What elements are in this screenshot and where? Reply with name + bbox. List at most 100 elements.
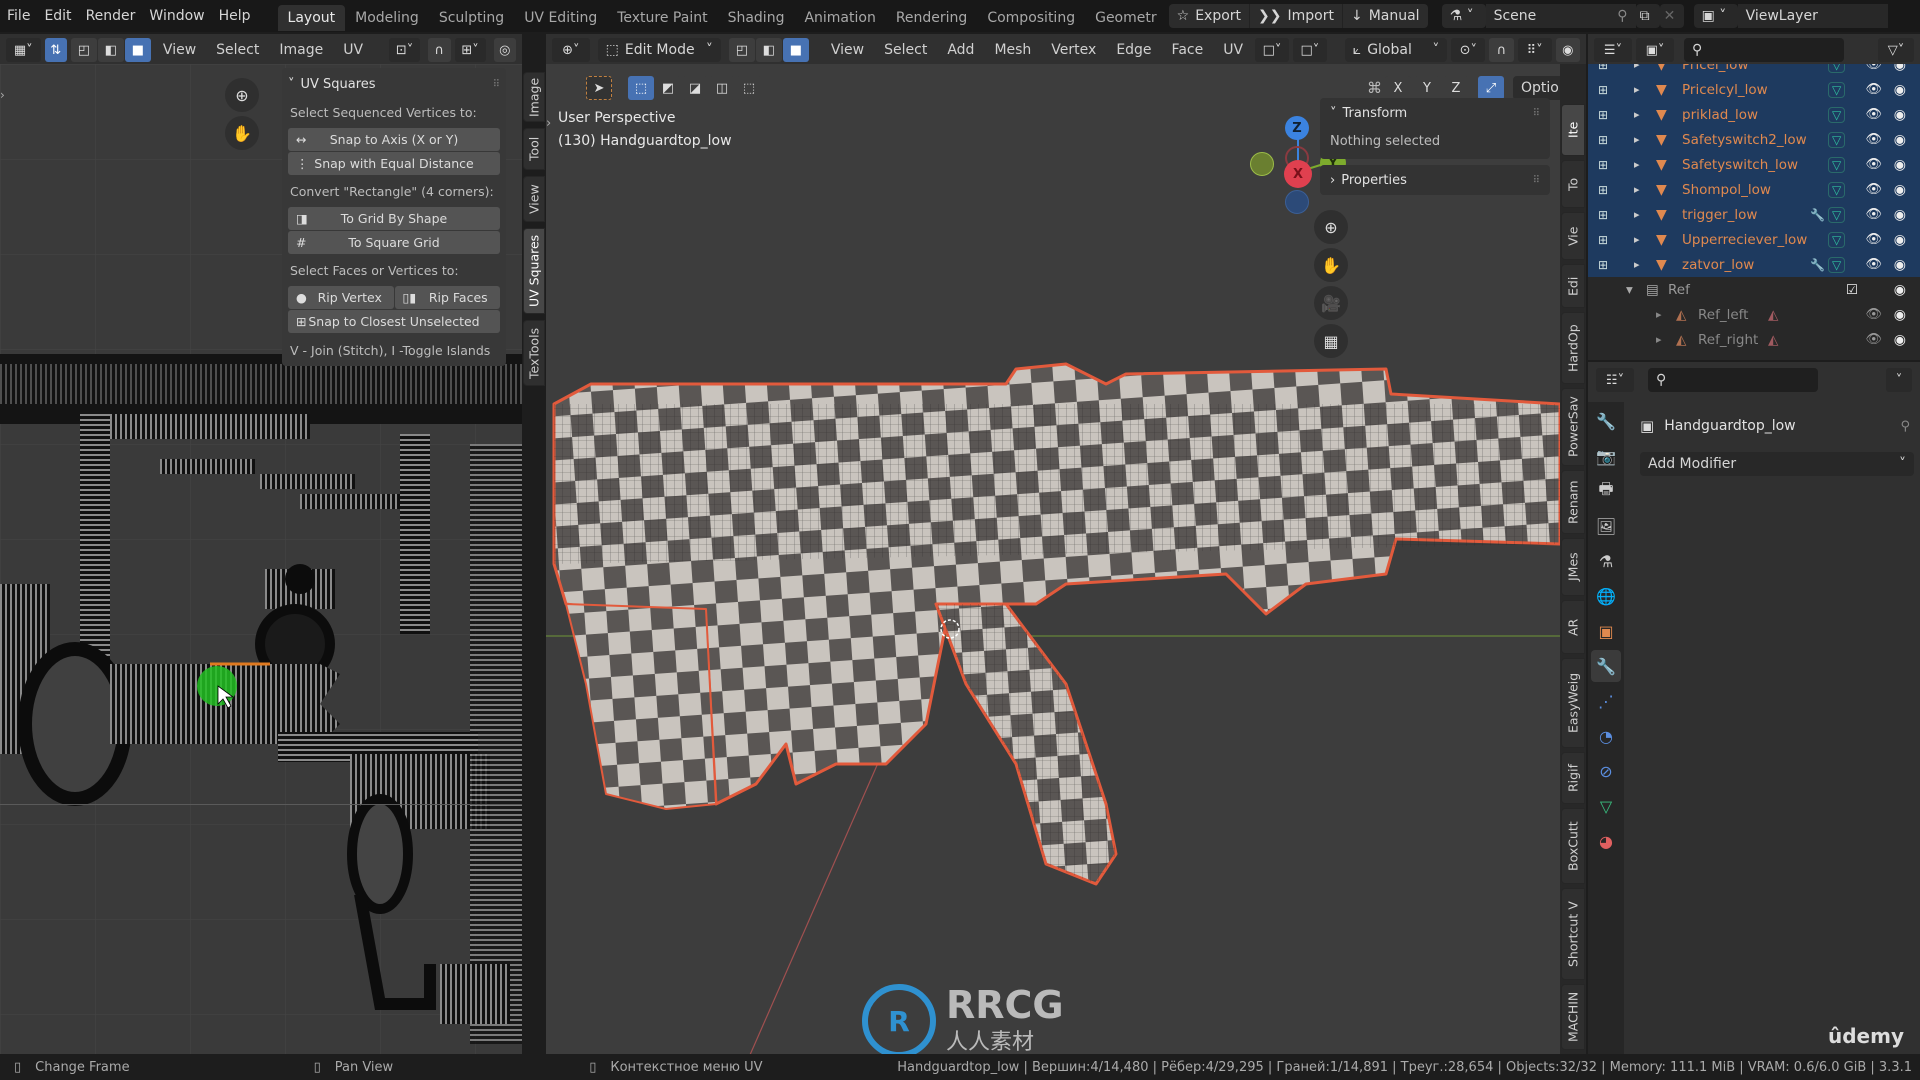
expand-toolbar-icon[interactable]: › bbox=[0, 88, 5, 102]
view-layer-selector[interactable]: ▣ ˅ bbox=[1693, 4, 1738, 28]
tab-shading[interactable]: Shading bbox=[718, 5, 795, 31]
camera-icon[interactable]: ◉ bbox=[1894, 207, 1906, 223]
camera-icon[interactable]: ◉ bbox=[1894, 182, 1906, 198]
outliner-row[interactable]: ⊞ ▸ ▼ Pricel_low ▽ 👁 ◉ bbox=[1588, 64, 1920, 77]
drag-handle-icon[interactable]: ⠿ bbox=[493, 79, 500, 90]
rip-vertex-button[interactable]: ● Rip Vertex bbox=[288, 286, 394, 309]
vertex-mode-button[interactable]: ◰ bbox=[728, 38, 755, 62]
outliner-row[interactable]: ⊞ ▸ ▼ Safetyswitch_low ▽ 👁 ◉ bbox=[1588, 152, 1920, 177]
eye-icon[interactable]: 👁 bbox=[1865, 332, 1882, 347]
outliner-editor-type[interactable]: ☰˅ bbox=[1594, 38, 1632, 62]
camera-icon[interactable]: ◉ bbox=[1894, 282, 1906, 298]
tool-tab-icon[interactable]: 🔧 bbox=[1591, 405, 1621, 437]
wrench-icon[interactable]: 🔧 bbox=[1810, 208, 1828, 222]
gizmo-neg-z[interactable] bbox=[1285, 190, 1309, 214]
vp-tab-view[interactable]: Vie bbox=[1561, 212, 1585, 260]
camera-icon[interactable]: ◉ bbox=[1894, 332, 1906, 348]
mesh-data-icon[interactable]: ▽ bbox=[1828, 81, 1846, 98]
mesh-data-icon[interactable]: ▽ bbox=[1828, 256, 1846, 273]
vp-menu-face[interactable]: Face bbox=[1164, 42, 1212, 58]
add-modifier-dropdown[interactable]: Add Modifier ˅ bbox=[1640, 452, 1914, 476]
camera-icon[interactable]: ◉ bbox=[1894, 64, 1906, 73]
3d-viewport[interactable]: ➤ ⬚ ◩ ◪ ◫ ⬚ › User Perspective (130) Han… bbox=[546, 64, 1560, 1054]
vp-menu-uv[interactable]: UV bbox=[1215, 42, 1251, 58]
material-tab-icon[interactable]: ◕ bbox=[1591, 825, 1621, 857]
world-tab-icon[interactable]: 🌐 bbox=[1591, 580, 1621, 612]
outliner-collection-row[interactable]: ▾ ▤ Ref ☑ ◉ bbox=[1588, 277, 1920, 302]
expand-arrow-icon[interactable]: ▸ bbox=[1656, 333, 1676, 346]
vp-menu-select[interactable]: Select bbox=[876, 42, 935, 58]
eye-icon[interactable]: 👁 bbox=[1865, 157, 1882, 172]
vp-tab-tool[interactable]: To bbox=[1561, 160, 1585, 208]
tab-animation[interactable]: Animation bbox=[794, 5, 885, 31]
snap-to-axis-button[interactable]: ↔ Snap to Axis (X or Y) bbox=[288, 128, 500, 151]
ortho-grid-icon[interactable]: ▦ bbox=[1314, 324, 1348, 358]
mirror-y-toggle[interactable]: Y bbox=[1414, 76, 1440, 100]
vp-tab-easyweight[interactable]: EasyWeig bbox=[1561, 658, 1585, 748]
wrench-icon[interactable]: 🔧 bbox=[1810, 258, 1828, 272]
delete-scene-button[interactable]: ✕ bbox=[1659, 4, 1684, 28]
tab-geometry[interactable]: Geometr bbox=[1085, 5, 1167, 31]
drag-handle-icon[interactable]: ⠿ bbox=[1533, 175, 1540, 186]
vp-tab-powersave[interactable]: PowerSav bbox=[1561, 388, 1585, 466]
vp-tab-machin3[interactable]: MACHIN bbox=[1561, 984, 1585, 1050]
expand-arrow-icon[interactable]: ▸ bbox=[1634, 208, 1656, 221]
expand-arrow-icon[interactable]: ▸ bbox=[1634, 133, 1656, 146]
tab-modeling[interactable]: Modeling bbox=[345, 5, 429, 31]
scene-name-field[interactable]: Scene ⚲ bbox=[1485, 4, 1636, 28]
expand-arrow-icon[interactable]: ▸ bbox=[1634, 83, 1656, 96]
eye-icon[interactable]: 👁 bbox=[1865, 132, 1882, 147]
vp-menu-view[interactable]: View bbox=[823, 42, 872, 58]
uv-sync-toggle[interactable]: ⇅ bbox=[44, 38, 67, 62]
pin-icon[interactable]: ⚲ bbox=[1617, 8, 1627, 24]
tab-layout[interactable]: Layout bbox=[277, 4, 346, 31]
new-scene-button[interactable]: ⧉ bbox=[1635, 4, 1660, 28]
proportional-edit-toggle[interactable]: ◎ bbox=[493, 38, 516, 62]
uv-tab-view[interactable]: View bbox=[523, 176, 545, 222]
expand-arrow-icon[interactable]: ▸ bbox=[1634, 183, 1656, 196]
eye-icon[interactable]: 👁 bbox=[1865, 64, 1882, 72]
mirror-z-toggle[interactable]: Z bbox=[1443, 76, 1469, 100]
mode-selector[interactable]: ⬚ Edit Mode ˅ bbox=[597, 38, 721, 62]
edge-mode-button[interactable]: ◧ bbox=[755, 38, 782, 62]
expand-arrow-icon[interactable]: ▸ bbox=[1634, 64, 1656, 71]
gizmo-x[interactable]: X bbox=[1284, 160, 1312, 188]
render-tab-icon[interactable]: 📷 bbox=[1591, 440, 1621, 472]
particles-tab-icon[interactable]: ⋰ bbox=[1591, 685, 1621, 717]
outliner-row[interactable]: ⊞ ▸ ▼ zatvor_low 🔧 ▽ 👁 ◉ bbox=[1588, 252, 1920, 277]
outliner-row[interactable]: ▸ ◭ Ref_right ◭ 👁 ◉ bbox=[1588, 327, 1920, 352]
scene-selector[interactable]: ⚗ ˅ bbox=[1441, 4, 1486, 28]
outliner-search-input[interactable]: ⚲ bbox=[1684, 38, 1844, 62]
mirror-x-toggle[interactable]: X bbox=[1385, 76, 1411, 100]
vertex-select-button[interactable]: ◰ bbox=[70, 38, 97, 62]
eye-icon[interactable]: 👁 bbox=[1865, 82, 1882, 97]
tab-uv-editing[interactable]: UV Editing bbox=[514, 5, 607, 31]
constraints-tab-icon[interactable]: ⊘ bbox=[1591, 755, 1621, 787]
data-tab-icon[interactable]: ▽ bbox=[1591, 790, 1621, 822]
select-new-button[interactable]: ⬚ bbox=[628, 76, 654, 100]
tab-sculpting[interactable]: Sculpting bbox=[429, 5, 514, 31]
uv-tab-uv-squares[interactable]: UV Squares bbox=[523, 228, 545, 314]
vp-tab-rename[interactable]: Renam bbox=[1561, 470, 1585, 534]
vp-menu-vertex[interactable]: Vertex bbox=[1043, 42, 1104, 58]
mesh-data-icon[interactable]: ▽ bbox=[1828, 231, 1846, 248]
mesh-data-icon[interactable]: ▽ bbox=[1828, 206, 1846, 223]
camera-icon[interactable]: ◉ bbox=[1894, 307, 1906, 323]
hand-pan-icon[interactable]: ✋ bbox=[225, 116, 259, 150]
outliner-row[interactable]: ⊞ ▸ ▼ Safetyswitch2_low ▽ 👁 ◉ bbox=[1588, 127, 1920, 152]
uv-tab-tool[interactable]: Tool bbox=[523, 128, 545, 170]
menu-file[interactable]: File bbox=[0, 0, 37, 32]
camera-icon[interactable]: ◉ bbox=[1894, 232, 1906, 248]
select-invert-button[interactable]: ◫ bbox=[709, 76, 735, 100]
editor-type-button[interactable]: ▦˅ bbox=[6, 38, 41, 62]
eye-icon[interactable]: 👁 bbox=[1865, 182, 1882, 197]
select-box-tool[interactable]: ➤ bbox=[586, 76, 612, 100]
mesh-data-icon[interactable]: ▽ bbox=[1828, 64, 1846, 73]
vp-tab-hardops[interactable]: HardOp bbox=[1561, 312, 1585, 384]
import-button[interactable]: ❯❯ Import bbox=[1249, 4, 1342, 28]
vp-tab-item[interactable]: Ite bbox=[1561, 104, 1585, 156]
vp-snap-target[interactable]: ⠿˅ bbox=[1517, 38, 1552, 62]
tab-compositing[interactable]: Compositing bbox=[977, 5, 1085, 31]
camera-icon[interactable]: ◉ bbox=[1894, 257, 1906, 273]
expand-arrow-icon[interactable]: ▸ bbox=[1634, 108, 1656, 121]
